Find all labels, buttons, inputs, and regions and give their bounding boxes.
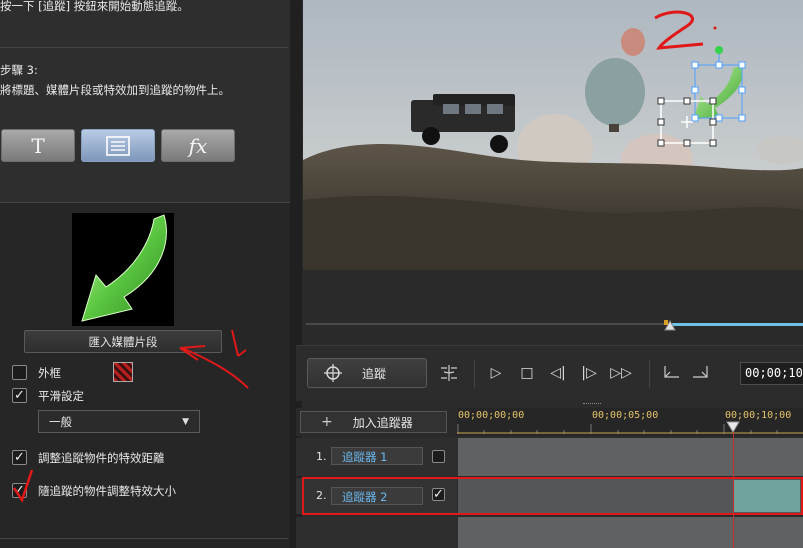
add-media-button[interactable] xyxy=(81,129,155,162)
mark-out-icon[interactable] xyxy=(690,363,712,383)
divider xyxy=(0,47,288,48)
play-icon[interactable]: ▷ xyxy=(485,363,507,383)
tracker-visibility-checkbox[interactable]: ✓ xyxy=(432,488,445,501)
plus-icon: + xyxy=(321,414,333,430)
fx-icon: fx xyxy=(188,133,208,158)
add-tracker-button[interactable]: + 加入追蹤器 xyxy=(300,411,447,433)
tracker-name-field[interactable]: 追蹤器 2 xyxy=(331,487,423,505)
timeline-playhead-line xyxy=(733,432,734,548)
instruction-text: 按一下 [追蹤] 按鈕來開始動態追蹤。 xyxy=(0,0,189,13)
divider xyxy=(0,538,288,539)
media-thumbnail xyxy=(72,213,174,326)
tracker-track[interactable] xyxy=(458,438,803,476)
tracker-track[interactable] xyxy=(458,517,803,548)
timeline-resize-handle[interactable] xyxy=(583,403,601,405)
crosshair-icon xyxy=(324,364,342,382)
step-title: 步驟 3: xyxy=(0,63,38,77)
step-description: 將標題、媒體片段或特效加到追蹤的物件上。 xyxy=(0,83,230,97)
playhead-marker-icon[interactable] xyxy=(664,320,676,331)
tracker-name-field[interactable]: 追蹤器 1 xyxy=(331,447,423,465)
divider xyxy=(474,360,475,388)
title-icon: T xyxy=(31,133,45,158)
add-tracker-label: 加入追蹤器 xyxy=(352,415,413,430)
video-preview[interactable] xyxy=(303,0,803,270)
ruler-tick-label: 00;00;00;00 xyxy=(458,410,525,421)
tracker-number: 2. xyxy=(316,489,327,502)
scrub-track[interactable] xyxy=(306,323,669,325)
tracker-clip[interactable] xyxy=(734,480,800,512)
tracker-row xyxy=(296,517,457,548)
add-effect-button[interactable]: fx xyxy=(161,129,235,162)
left-panel-top xyxy=(0,0,290,202)
mark-in-icon[interactable] xyxy=(660,363,682,383)
scrub-track-selected[interactable] xyxy=(672,323,803,326)
stop-icon[interactable]: □ xyxy=(516,363,538,383)
ruler-tick-label: 00;00;10;00 xyxy=(725,410,792,421)
media-clip-icon xyxy=(106,135,130,156)
green-arrow-icon xyxy=(81,214,167,322)
ruler-tick-label: 00;00;05;00 xyxy=(592,410,659,421)
divider xyxy=(649,360,650,388)
tracker-settings-icon[interactable] xyxy=(438,363,460,383)
track-button[interactable]: 追蹤 xyxy=(307,358,427,388)
annotation-overlay xyxy=(12,329,249,503)
add-title-button[interactable]: T xyxy=(1,129,75,162)
previous-frame-icon[interactable]: ◁| xyxy=(547,363,569,383)
timecode-display[interactable]: 00;00;10 xyxy=(740,362,803,385)
tracker-number: 1. xyxy=(316,450,327,463)
track-button-label: 追蹤 xyxy=(362,366,387,381)
video-frame xyxy=(303,0,803,270)
fast-forward-icon[interactable]: ▷▷ xyxy=(610,363,632,383)
next-frame-icon[interactable]: |▷ xyxy=(578,363,600,383)
tracker-visibility-checkbox[interactable] xyxy=(432,450,445,463)
